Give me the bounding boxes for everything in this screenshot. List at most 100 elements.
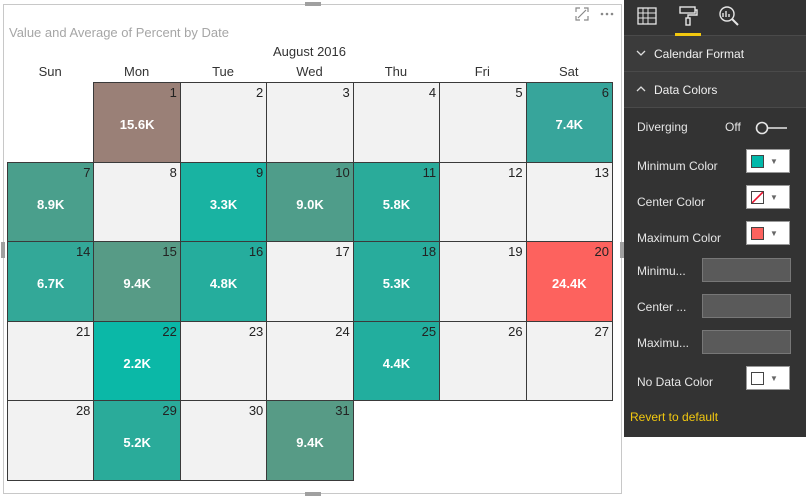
maximum-color-picker[interactable]: ▼ bbox=[746, 221, 790, 245]
day-value: 5.2K bbox=[123, 435, 151, 451]
calendar-day-cell[interactable]: 23 bbox=[179, 320, 268, 402]
tab-analytics[interactable] bbox=[716, 3, 742, 33]
caret-down-icon: ▼ bbox=[770, 228, 778, 238]
caret-down-icon: ▼ bbox=[770, 156, 778, 166]
calendar-day-cell[interactable]: 18 5.3K bbox=[352, 241, 441, 322]
calendar-day-cell[interactable]: 16 4.8K bbox=[179, 241, 268, 322]
calendar-day-cell[interactable]: 20 24.4K bbox=[525, 241, 613, 322]
calendar-day-cell[interactable]: 28 bbox=[7, 400, 95, 481]
day-value: 8.9K bbox=[36, 196, 65, 212]
visual-title: Value and Average of Percent by Date bbox=[9, 25, 229, 40]
calendar-day-cell[interactable]: 24 bbox=[266, 320, 354, 402]
calendar-day-cell[interactable]: 25 4.4K bbox=[352, 320, 441, 402]
day-value: 5.3K bbox=[382, 276, 411, 292]
day-number: 10 bbox=[335, 164, 350, 180]
center-color-picker[interactable]: ▼ bbox=[746, 185, 790, 209]
day-number: 24 bbox=[335, 323, 350, 339]
no-data-color-picker[interactable]: ▼ bbox=[746, 366, 790, 390]
calendar-day-cell[interactable]: 3 bbox=[266, 82, 354, 163]
calendar-day-cell[interactable]: 13 bbox=[525, 161, 613, 243]
calendar-day-cell[interactable]: 6 7.4K bbox=[525, 82, 613, 163]
resize-handle-bottom[interactable] bbox=[305, 492, 321, 496]
no-data-color-label: No Data Color bbox=[637, 375, 714, 389]
day-number: 5 bbox=[515, 85, 523, 100]
minimum-value-input[interactable] bbox=[702, 258, 791, 282]
center-value-input[interactable] bbox=[702, 294, 791, 318]
day-value: 4.4K bbox=[382, 355, 411, 371]
pane-tabs bbox=[624, 0, 806, 36]
day-number: 6 bbox=[601, 85, 609, 100]
resize-handle-left[interactable] bbox=[1, 242, 5, 258]
calendar-day-cell[interactable]: 4 bbox=[352, 82, 441, 163]
calendar-day-cell[interactable]: 29 5.2K bbox=[93, 400, 181, 481]
diverging-toggle[interactable] bbox=[755, 121, 789, 135]
weekday-label: Tue bbox=[212, 64, 235, 79]
day-number: 27 bbox=[594, 323, 609, 339]
maximum-color-swatch bbox=[751, 226, 764, 240]
calendar-day-cell[interactable]: 22 2.2K bbox=[93, 320, 181, 402]
weekday-label: Fri bbox=[474, 64, 490, 79]
calendar-day-cell[interactable]: 1 15.6K bbox=[93, 82, 181, 163]
weekday-label: Thu bbox=[384, 64, 408, 79]
day-number: 12 bbox=[508, 164, 523, 180]
section-calendar-format[interactable]: Calendar Format bbox=[624, 36, 806, 72]
tab-format[interactable] bbox=[675, 3, 701, 36]
calendar-day-cell[interactable]: 30 bbox=[179, 400, 268, 481]
calendar-day-cell[interactable]: 14 6.7K bbox=[7, 241, 95, 322]
day-value: 15.6K bbox=[119, 117, 155, 132]
center-value-label: Center ... bbox=[637, 300, 687, 314]
diverging-label: Diverging bbox=[637, 120, 688, 134]
day-value: 9.0K bbox=[296, 196, 324, 212]
day-number: 26 bbox=[508, 323, 523, 339]
calendar-day-cell[interactable]: 7 8.9K bbox=[7, 161, 95, 243]
calendar-day-cell[interactable]: 27 bbox=[525, 320, 613, 402]
section-label: Data Colors bbox=[654, 82, 718, 97]
calendar-day-cell[interactable]: 21 bbox=[7, 320, 95, 402]
calendar-day-cell[interactable]: 8 bbox=[93, 161, 181, 243]
day-number: 11 bbox=[422, 164, 437, 180]
section-data-colors[interactable]: Data Colors bbox=[624, 72, 806, 108]
revert-to-default-link[interactable]: Revert to default bbox=[630, 410, 718, 424]
day-number: 28 bbox=[75, 403, 91, 419]
weekday-header: Sun Mon Tue Wed Thu Fri Sat bbox=[7, 64, 612, 82]
calendar-day-cell[interactable]: 15 9.4K bbox=[93, 241, 181, 322]
month-title: August 2016 bbox=[272, 44, 346, 59]
calendar-day-cell[interactable]: 10 9.0K bbox=[266, 161, 354, 243]
tab-fields[interactable] bbox=[634, 3, 660, 33]
format-pane: Calendar Format Data Colors Diverging Of… bbox=[624, 0, 806, 437]
minimum-color-picker[interactable]: ▼ bbox=[746, 149, 790, 173]
day-value: 2.2K bbox=[123, 355, 151, 371]
chevron-down-icon bbox=[636, 48, 650, 60]
calendar-day-cell[interactable]: 9 3.3K bbox=[179, 161, 268, 243]
calendar-day-cell[interactable]: 11 5.8K bbox=[352, 161, 441, 243]
resize-handle-top[interactable] bbox=[305, 2, 321, 6]
caret-down-icon: ▼ bbox=[770, 192, 778, 202]
calendar-day-cell[interactable]: 19 bbox=[439, 241, 527, 322]
calendar-day-cell[interactable]: 5 bbox=[439, 82, 527, 163]
calendar-day-cell[interactable]: 17 bbox=[266, 241, 354, 322]
focus-mode-icon[interactable] bbox=[575, 7, 589, 23]
day-number: 30 bbox=[248, 403, 264, 419]
center-color-label: Center Color bbox=[637, 195, 706, 209]
day-number: 13 bbox=[594, 164, 609, 180]
calendar-day-cell[interactable]: 31 9.4K bbox=[266, 400, 354, 481]
day-value: 3.3K bbox=[209, 196, 238, 212]
maximum-value-input[interactable] bbox=[702, 330, 791, 354]
more-options-icon[interactable] bbox=[599, 7, 615, 23]
day-number: 20 bbox=[594, 244, 609, 260]
day-number: 7 bbox=[83, 164, 91, 180]
maximum-color-label: Maximum Color bbox=[637, 231, 722, 245]
calendar-day-cell[interactable]: 26 bbox=[439, 320, 527, 402]
calendar-grid: 1 15.6K 2 3 4 5 6 7.4K 7 8.9K 8 9 3.3K 10 9.0K 11 5.8K 12… bbox=[7, 82, 613, 481]
day-number: 29 bbox=[162, 403, 177, 419]
day-number: 4 bbox=[428, 85, 437, 100]
minimum-value-label: Minimu... bbox=[637, 264, 686, 278]
day-number: 23 bbox=[248, 323, 264, 339]
day-value: 24.4K bbox=[551, 276, 587, 292]
calendar-day-cell[interactable]: 2 bbox=[179, 82, 268, 163]
day-value: 7.4K bbox=[555, 117, 584, 132]
weekday-label: Sat bbox=[558, 64, 579, 79]
analytics-icon bbox=[718, 5, 740, 30]
day-value: 4.8K bbox=[209, 276, 238, 292]
calendar-day-cell[interactable]: 12 bbox=[439, 161, 527, 243]
